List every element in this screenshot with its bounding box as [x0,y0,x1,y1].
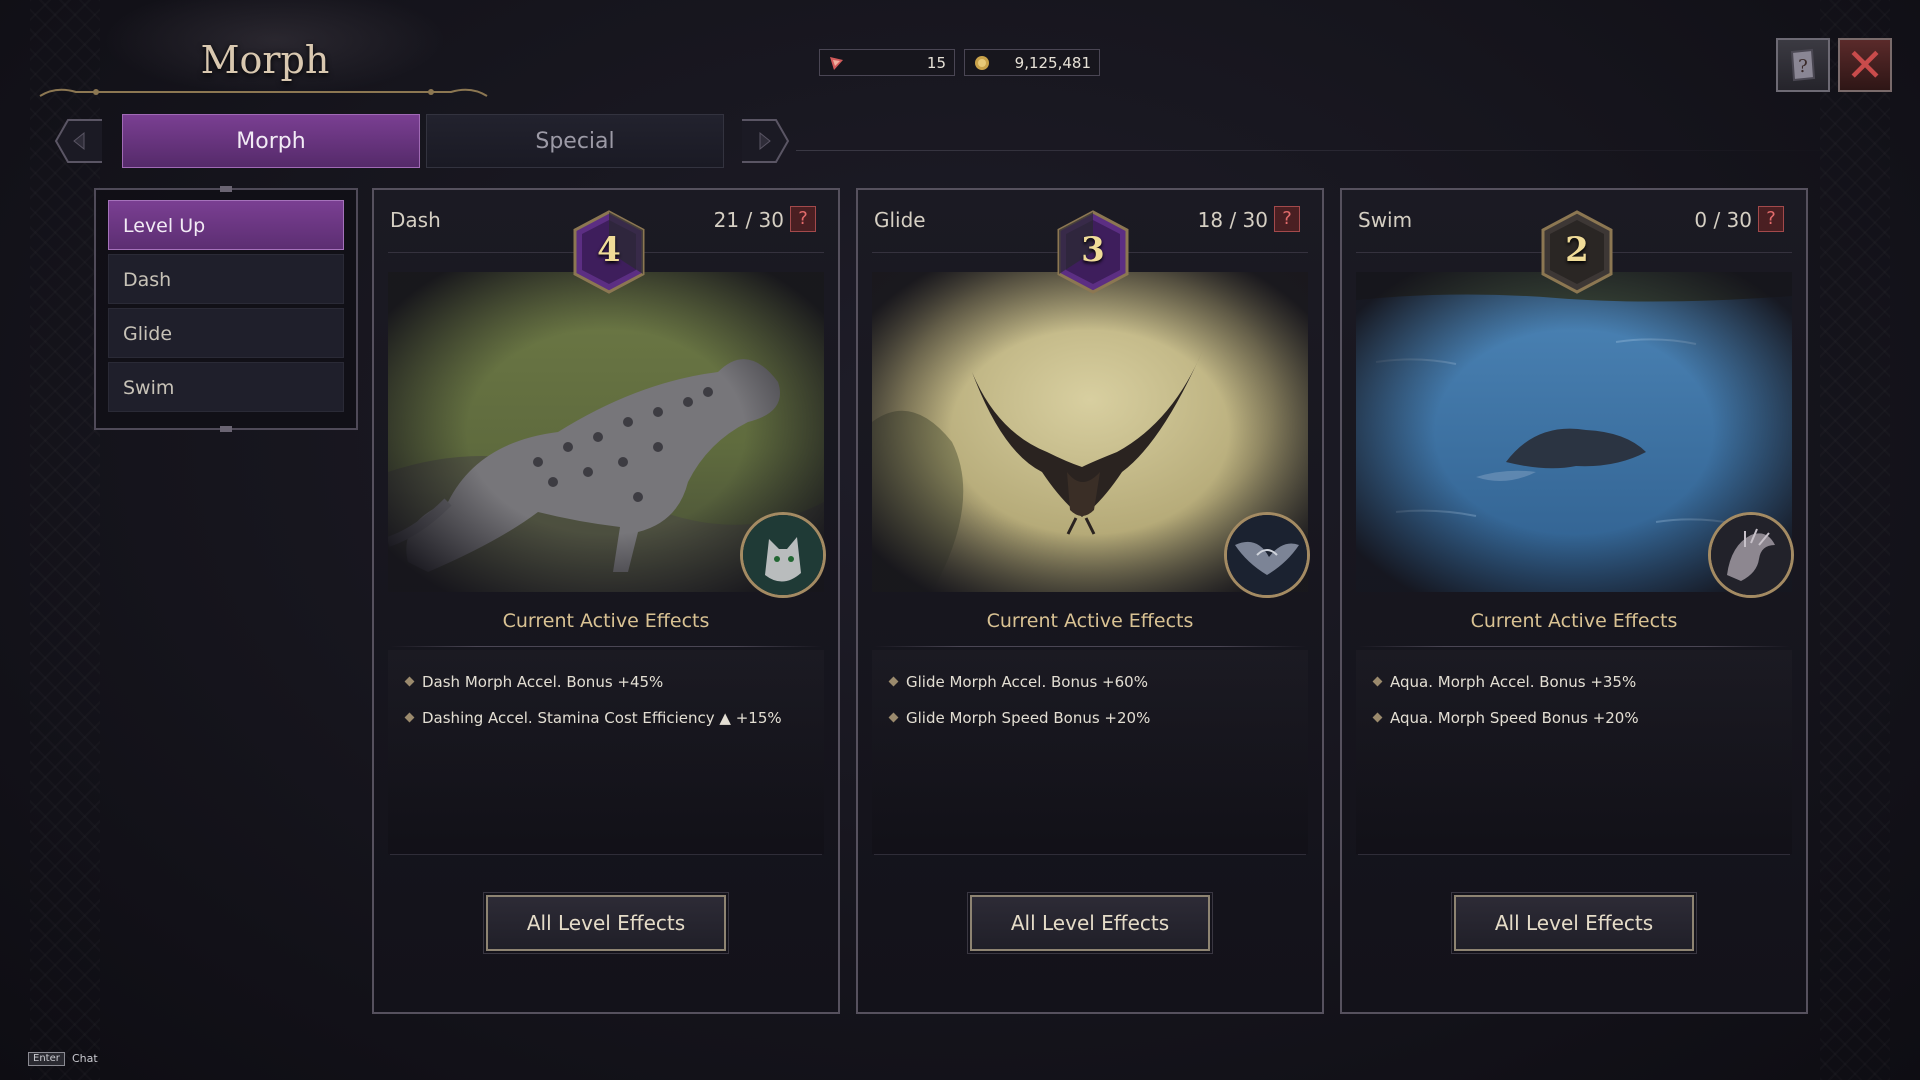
card-help-button[interactable]: ? [790,206,816,232]
menu-item-glide[interactable]: Glide [108,308,344,358]
effects-divider [390,646,822,647]
effect-item: Aqua. Morph Accel. Bonus +35% [1372,664,1790,700]
level-badge [1541,210,1613,294]
wolf-skill-icon[interactable] [740,512,826,598]
menu-item-level-up[interactable]: Level Up [108,200,344,250]
tab-bar: Morph Special [54,110,796,172]
card-progress: 21 / 30 [713,208,784,232]
eagle-skill-icon[interactable] [1224,512,1310,598]
card-title: Dash [390,208,441,232]
effect-item: Aqua. Morph Speed Bonus +20% [1372,700,1790,736]
svg-text:?: ? [1798,56,1808,77]
morph-card-glide: Glide 18 / 30 ? 3 Current Active Effects… [856,188,1324,1014]
help-book-icon: ? [1790,48,1816,82]
menu-top-knob [220,186,232,192]
card-progress: 18 / 30 [1197,208,1268,232]
help-button[interactable]: ? [1776,38,1830,92]
chat-button[interactable]: Chat [72,1052,98,1065]
token-currency: 15 [819,49,955,76]
effect-item: Glide Morph Speed Bonus +20% [888,700,1306,736]
token-icon [830,56,843,70]
close-icon: ✕ [1845,38,1885,92]
effect-item: Dashing Accel. Stamina Cost Efficiency ▲… [404,700,822,736]
effect-item: Dash Morph Accel. Bonus +45% [404,664,822,700]
effects-title: Current Active Effects [1470,610,1678,632]
level-badge [573,210,645,294]
card-title: Glide [874,208,926,232]
dragon-skill-icon[interactable] [1708,512,1794,598]
morph-card-swim: Swim 0 / 30 ? 2 Current Active Effects A… [1340,188,1808,1014]
card-progress: 0 / 30 [1694,208,1752,232]
tab-divider [796,150,1856,151]
right-border-pattern [1820,0,1890,1080]
effects-bottom-divider [390,854,822,855]
enter-key-hint: Enter [28,1052,65,1066]
effects-divider [874,646,1306,647]
tab-next-arrow-icon[interactable] [740,118,790,164]
effects-title: Current Active Effects [986,610,1194,632]
title-ornament [39,88,488,97]
category-menu: Level Up Dash Glide Swim [94,186,358,432]
card-help-button[interactable]: ? [1274,206,1300,232]
effect-item: Glide Morph Accel. Bonus +60% [888,664,1306,700]
all-level-effects-button[interactable]: All Level Effects [1451,892,1697,954]
effects-list: Aqua. Morph Accel. Bonus +35% Aqua. Morp… [1372,664,1790,736]
effects-bottom-divider [1358,854,1790,855]
tab-prev-arrow-icon[interactable] [54,118,104,164]
menu-bottom-knob [220,426,232,432]
menu-item-dash[interactable]: Dash [108,254,344,304]
page-title: Morph [200,38,330,82]
effects-divider [1358,646,1790,647]
effects-list: Glide Morph Accel. Bonus +60% Glide Morp… [888,664,1306,736]
menu-item-swim[interactable]: Swim [108,362,344,412]
gold-currency: 9,125,481 [964,49,1100,76]
card-help-button[interactable]: ? [1758,206,1784,232]
tab-morph[interactable]: Morph [122,114,420,168]
tab-special[interactable]: Special [426,114,724,168]
level-badge [1057,210,1129,294]
all-level-effects-button[interactable]: All Level Effects [483,892,729,954]
token-count: 15 [926,53,946,72]
all-level-effects-button[interactable]: All Level Effects [967,892,1213,954]
gold-coin-icon [975,55,989,70]
effects-title: Current Active Effects [502,610,710,632]
effects-bottom-divider [874,854,1306,855]
morph-card-dash: Dash 21 / 30 ? 4 Current Active Effects … [372,188,840,1014]
card-title: Swim [1358,208,1413,232]
close-button[interactable]: ✕ [1838,38,1892,92]
effects-list: Dash Morph Accel. Bonus +45% Dashing Acc… [404,664,822,736]
gold-count: 9,125,481 [1014,53,1091,72]
